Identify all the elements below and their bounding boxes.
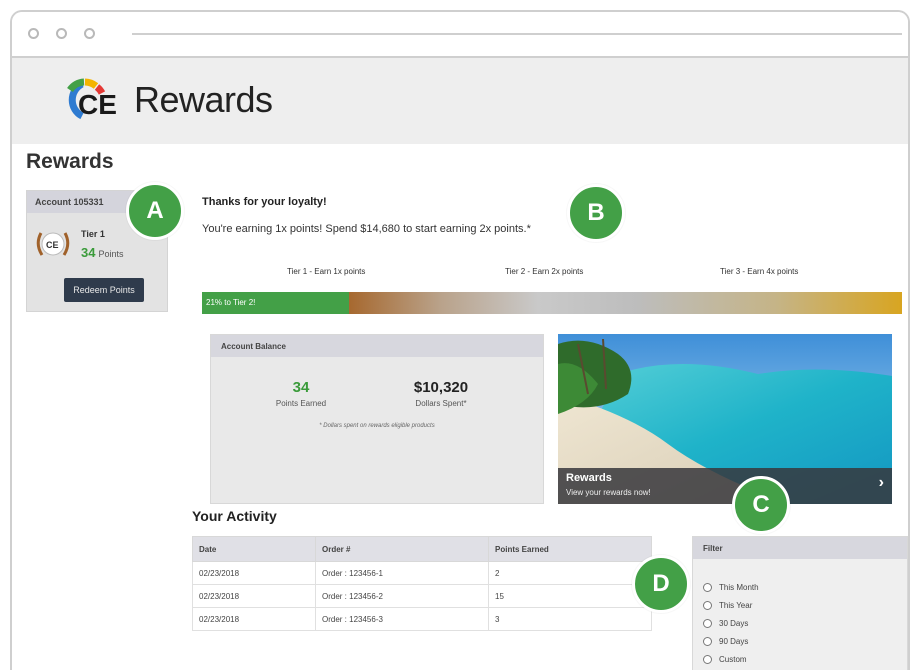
cell-order: Order : 123456-2 [315,584,489,608]
site-logo[interactable]: CE Rewards [56,70,273,130]
redeem-points-button[interactable]: Redeem Points [64,278,144,302]
ce-logo-icon: CE [67,78,117,120]
radio-icon[interactable] [703,601,712,610]
cell-date: 02/23/2018 [192,584,316,608]
svg-text:CE: CE [78,89,117,120]
promo-subtitle: View your rewards now! [566,488,651,497]
cell-points: 3 [488,607,652,631]
points-unit: Points [98,249,124,259]
activity-table: Date Order # Points Earned 02/23/2018 Or… [192,536,652,631]
tier-progress-bar: 21% to Tier 2! [202,292,902,314]
loyalty-message: You're earning 1x points! Spend $14,680 … [202,223,531,235]
cell-date: 02/23/2018 [192,561,316,585]
callout-marker-d: D [632,555,690,613]
browser-window: CE Rewards Rewards Account 105331 CE Tie… [10,10,910,670]
radio-icon[interactable] [703,637,712,646]
tier-label: Tier 1 [81,229,105,239]
table-row[interactable]: 02/23/2018 Order : 123456-3 3 [192,607,652,631]
tier-1-label: Tier 1 - Earn 1x points [287,267,366,276]
loyalty-title: Thanks for your loyalty! [202,196,327,208]
dollars-spent-label: Dollars Spent* [415,399,467,408]
promo-overlay: Rewards View your rewards now! › [558,468,892,504]
activity-title: Your Activity [192,508,277,524]
filter-option-label: 30 Days [719,619,749,628]
points-earned-label: Points Earned [275,399,327,408]
filter-option-30-days[interactable]: 30 Days [703,619,748,628]
cell-points: 15 [488,584,652,608]
window-dot-icon[interactable] [56,28,67,39]
site-header: CE Rewards [12,58,908,144]
rewards-promo-card[interactable]: Rewards View your rewards now! › [558,334,892,504]
callout-marker-a: A [126,182,184,240]
radio-icon[interactable] [703,583,712,592]
callout-marker-c: C [732,476,790,534]
logo-text: Rewards [134,79,273,120]
filter-header: Filter [693,537,907,559]
filter-option-label: 90 Days [719,637,749,646]
balance-footnote: * Dollars spent on rewards eligible prod… [319,423,435,429]
table-row[interactable]: 02/23/2018 Order : 123456-2 15 [192,584,652,608]
callout-marker-b: B [567,184,625,242]
points-earned-value: 34 [292,379,310,396]
balance-header: Account Balance [211,335,543,357]
progress-fill: 21% to Tier 2! [202,292,349,314]
table-header-row: Date Order # Points Earned [192,536,652,562]
address-bar[interactable] [132,33,902,35]
column-header-date[interactable]: Date [192,536,316,562]
chevron-right-icon[interactable]: › [879,474,884,492]
column-header-order[interactable]: Order # [315,536,489,562]
filter-option-this-month[interactable]: This Month [703,583,759,592]
browser-chrome [12,12,908,58]
filter-option-label: This Year [719,601,753,610]
page-title: Rewards [26,150,114,173]
cell-order: Order : 123456-3 [315,607,489,631]
points-value: 34 [81,245,96,260]
account-balance-card: Account Balance 34 Points Earned $10,320… [210,334,544,504]
filter-option-label: This Month [719,583,759,592]
table-row[interactable]: 02/23/2018 Order : 123456-1 2 [192,561,652,585]
filter-panel: Filter This Month This Year 30 Days 90 D… [692,536,908,670]
svg-text:CE: CE [46,240,59,250]
cell-date: 02/23/2018 [192,607,316,631]
promo-title: Rewards [566,472,612,484]
column-header-points[interactable]: Points Earned [488,536,652,562]
filter-option-this-year[interactable]: This Year [703,601,752,610]
dollars-spent-value: $10,320 [413,379,469,396]
window-dot-icon[interactable] [84,28,95,39]
cell-order: Order : 123456-1 [315,561,489,585]
filter-option-90-days[interactable]: 90 Days [703,637,748,646]
tier-3-label: Tier 3 - Earn 4x points [720,267,799,276]
cell-points: 2 [488,561,652,585]
radio-icon[interactable] [703,619,712,628]
points-summary: 34 Points [81,245,123,260]
tier-badge-icon: CE [36,232,70,256]
window-dot-icon[interactable] [28,28,39,39]
tier-2-label: Tier 2 - Earn 2x points [505,267,584,276]
